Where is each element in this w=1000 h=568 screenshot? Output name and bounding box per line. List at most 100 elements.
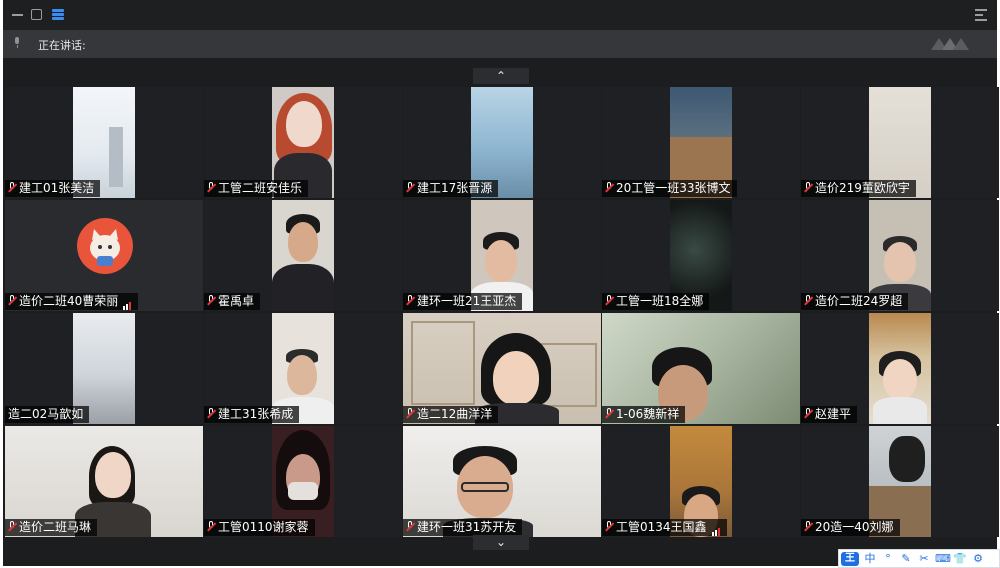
- participant-name-text: 造二12曲洋洋: [417, 407, 493, 421]
- participant-name-text: 造价二班马琳: [19, 520, 92, 534]
- participant-name: 造价二班40曹荣丽: [5, 293, 139, 310]
- video-tile[interactable]: 造价219董欧欣宇: [801, 87, 999, 198]
- video-tile[interactable]: 工管0110谢家蓉: [204, 426, 402, 537]
- participant-name-text: 建工17张晋源: [417, 181, 493, 195]
- participant-name-text: 造二02马歆如: [8, 407, 84, 421]
- skin-icon[interactable]: 👕: [953, 552, 967, 566]
- title-bar: [3, 0, 997, 30]
- participant-name-text: 赵建平: [815, 407, 852, 421]
- settings-gear-icon[interactable]: ⚙: [971, 552, 985, 566]
- participant-name: 造二02马歆如: [5, 406, 90, 423]
- participant-name: 造价219董欧欣宇: [801, 180, 916, 197]
- participant-name: 工管0110谢家蓉: [204, 519, 315, 536]
- participant-name: 赵建平: [801, 406, 858, 423]
- participant-name-text: 20工管一班33张博文: [616, 181, 731, 195]
- participant-name-text: 1-06魏新祥: [616, 407, 680, 421]
- video-tile[interactable]: 工管一班18全娜: [602, 200, 800, 311]
- muted-mic-icon: [207, 408, 216, 419]
- muted-mic-icon: [8, 521, 17, 532]
- muted-mic-icon: [8, 295, 17, 306]
- video-feed: [869, 313, 931, 424]
- participant-name: 工管二班安佳乐: [204, 180, 309, 197]
- participant-name-text: 工管一班18全娜: [616, 294, 704, 308]
- participant-name: 工管0134王国鑫: [602, 519, 727, 536]
- muted-mic-icon: [605, 521, 614, 532]
- video-tile[interactable]: 1-06魏新祥: [602, 313, 800, 424]
- speaking-label: 正在讲话:: [38, 39, 86, 52]
- participant-name-text: 工管0110谢家蓉: [218, 520, 309, 534]
- muted-mic-icon: [406, 408, 415, 419]
- muted-mic-icon: [8, 182, 17, 193]
- muted-mic-icon: [406, 295, 415, 306]
- muted-mic-icon: [406, 521, 415, 532]
- meeting-window: 正在讲话: ⌃ 建工01张美洁 工管二班安佳乐 建工17张晋源 20工管一班33…: [3, 0, 999, 566]
- video-tile[interactable]: 建工01张美洁: [5, 87, 203, 198]
- participant-name-text: 建环一班21王亚杰: [417, 294, 517, 308]
- participant-name: 工管一班18全娜: [602, 293, 710, 310]
- minimize-icon[interactable]: [11, 8, 24, 21]
- signal-icon: [123, 293, 132, 310]
- signal-icon: [711, 519, 721, 536]
- participant-name-text: 20造一40刘娜: [815, 520, 894, 534]
- muted-mic-icon: [804, 521, 813, 532]
- keyboard-icon[interactable]: ⌨: [935, 552, 951, 566]
- video-tile[interactable]: 造二12曲洋洋: [403, 313, 601, 424]
- muted-mic-icon: [207, 182, 216, 193]
- scroll-down-button[interactable]: ⌄: [473, 535, 529, 550]
- muted-mic-icon: [804, 295, 813, 306]
- video-tile[interactable]: 造价二班40曹荣丽: [5, 200, 203, 311]
- muted-mic-icon: [207, 521, 216, 532]
- participant-name-text: 霍禹卓: [218, 294, 255, 308]
- video-tile[interactable]: 造价二班马琳: [5, 426, 203, 537]
- muted-mic-icon: [406, 182, 415, 193]
- participant-name-text: 建环一班31苏开友: [417, 520, 517, 534]
- video-tile[interactable]: 造价二班24罗超: [801, 200, 999, 311]
- participant-name: 建环一班31苏开友: [403, 519, 523, 536]
- video-tile[interactable]: 赵建平: [801, 313, 999, 424]
- participant-name: 造二12曲洋洋: [403, 406, 499, 423]
- ime-logo-icon[interactable]: 王: [841, 551, 859, 566]
- muted-mic-icon: [605, 408, 614, 419]
- microphone-icon: [13, 37, 21, 48]
- ime-toolbar: 王 中 ° ✎ ✂ ⌨ 👕 ⚙: [838, 549, 1000, 568]
- video-tile[interactable]: 20造一40刘娜: [801, 426, 999, 537]
- participant-name: 建工01张美洁: [5, 180, 101, 197]
- video-tile[interactable]: 工管0134王国鑫: [602, 426, 800, 537]
- participant-name: 造价二班马琳: [5, 519, 98, 536]
- video-tile[interactable]: 建环一班31苏开友: [403, 426, 601, 537]
- participant-name: 造价二班24罗超: [801, 293, 909, 310]
- avatar: [77, 218, 133, 274]
- participant-name-text: 工管二班安佳乐: [218, 181, 303, 195]
- punctuation-icon[interactable]: °: [881, 552, 895, 566]
- sidebar-toggle-icon[interactable]: [975, 8, 989, 21]
- video-feed: [272, 200, 334, 311]
- participant-name: 20造一40刘娜: [801, 519, 900, 536]
- video-tile[interactable]: 霍禹卓: [204, 200, 402, 311]
- muted-mic-icon: [804, 182, 813, 193]
- video-tile[interactable]: 20工管一班33张博文: [602, 87, 800, 198]
- participant-name: 建工31张希成: [204, 406, 300, 423]
- participant-name: 1-06魏新祥: [602, 406, 686, 423]
- participant-name-text: 工管0134王国鑫: [616, 520, 707, 534]
- video-tile[interactable]: 建环一班21王亚杰: [403, 200, 601, 311]
- video-tile[interactable]: 建工31张希成: [204, 313, 402, 424]
- scroll-up-button[interactable]: ⌃: [473, 68, 529, 84]
- layout-icon[interactable]: [51, 8, 64, 21]
- video-tile[interactable]: 建工17张晋源: [403, 87, 601, 198]
- participant-name: 霍禹卓: [204, 293, 261, 310]
- participant-name-text: 建工31张希成: [218, 407, 294, 421]
- muted-mic-icon: [207, 295, 216, 306]
- participant-name: 建工17张晋源: [403, 180, 499, 197]
- handwrite-icon[interactable]: ✎: [899, 552, 913, 566]
- speaking-bar: 正在讲话:: [3, 30, 997, 58]
- video-tile[interactable]: 工管二班安佳乐: [204, 87, 402, 198]
- ime-mode-toggle[interactable]: 中: [863, 552, 877, 566]
- scissors-icon[interactable]: ✂: [917, 552, 931, 566]
- participant-name: 20工管一班33张博文: [602, 180, 737, 197]
- video-tile[interactable]: 造二02马歆如: [5, 313, 203, 424]
- participant-name-text: 造价二班40曹荣丽: [19, 294, 119, 308]
- participant-name-text: 造价二班24罗超: [815, 294, 903, 308]
- muted-mic-icon: [605, 182, 614, 193]
- maximize-icon[interactable]: [31, 9, 42, 20]
- muted-mic-icon: [804, 408, 813, 419]
